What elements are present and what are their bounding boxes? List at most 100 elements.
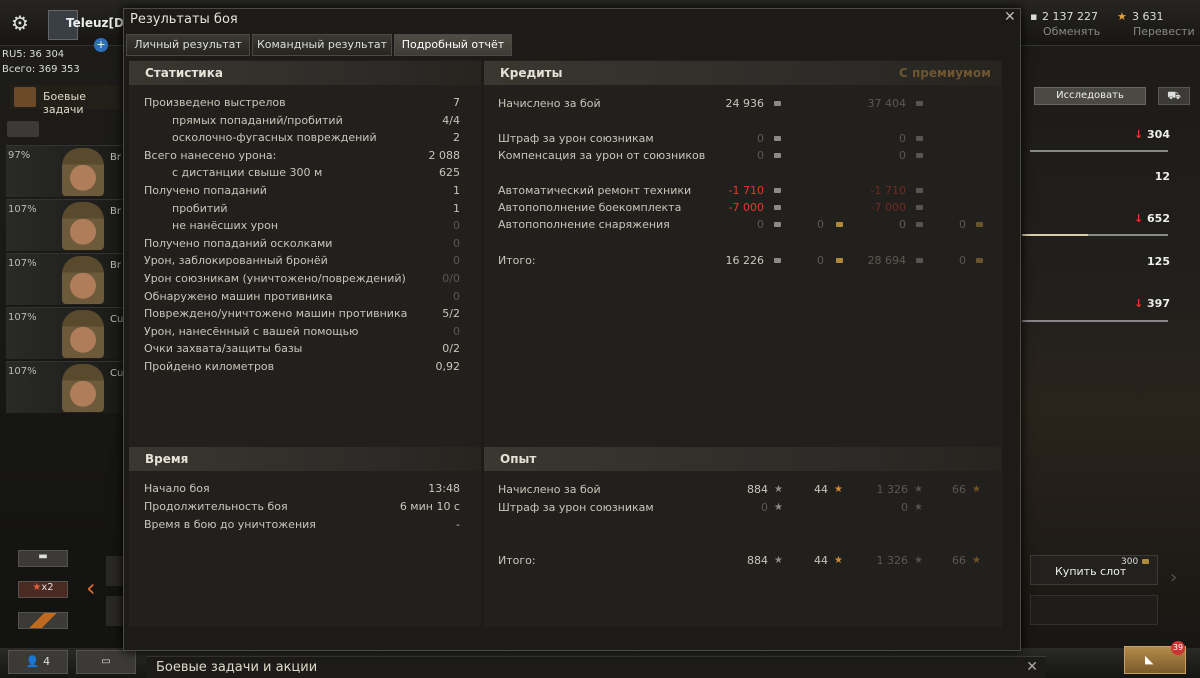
- chat-button[interactable]: ▭: [76, 650, 136, 674]
- crew-portrait: [62, 148, 104, 196]
- missions-bottom-panel: Боевые задачи и акции ✕: [146, 656, 1046, 678]
- credits-icon: [774, 258, 781, 263]
- experience-value: 884: [747, 483, 768, 496]
- credit-row: Автоматический ремонт техники -1 710 -1 71…: [498, 182, 988, 199]
- stat-value: 0: [453, 236, 460, 250]
- premium-experience-value: 0: [901, 501, 908, 514]
- free-xp-value: 0: [817, 218, 824, 231]
- stat-value: 1: [453, 201, 460, 215]
- total-online: Всего: 369 353: [2, 64, 80, 75]
- stat-row: осколочно-фугасных повреждений 2: [172, 129, 460, 146]
- tab-team-result[interactable]: Командный результат: [252, 34, 392, 56]
- notifications-button[interactable]: ◣ 39: [1124, 641, 1186, 674]
- tank-filter-button[interactable]: ▬: [18, 550, 68, 567]
- stat-bar: [1022, 320, 1168, 322]
- stat-value: 2: [453, 131, 460, 145]
- time-row: Время в бою до уничтожения -: [144, 516, 460, 533]
- credit-label: Компенсация за урон от союзников: [498, 149, 706, 162]
- credit-value: 0: [757, 149, 764, 162]
- tab-personal-result[interactable]: Личный результат: [126, 34, 250, 56]
- stat-label: не нанёсших урон: [172, 219, 279, 233]
- missions-bottom-title: Боевые задачи и акции: [156, 660, 318, 675]
- free-experience-value: 44: [814, 554, 828, 567]
- experience-row: Начислено за бой 884 ★ 44 ★ 1 326 ★ 66 ★: [498, 481, 988, 498]
- time-value: 13:48: [428, 482, 460, 495]
- stat-value: 4/4: [442, 113, 460, 127]
- friends-button[interactable]: 👤 4: [8, 650, 68, 674]
- carousel-tank[interactable]: [106, 596, 124, 626]
- free-xp-star-icon: ★: [972, 484, 981, 495]
- time-label: Продолжительность боя: [144, 500, 288, 513]
- stat-label: Получено попаданий осколками: [144, 236, 333, 250]
- server-online: RU5: 36 304: [2, 49, 65, 60]
- credit-value: 0: [757, 218, 764, 231]
- premium-column-label: С премиумом: [899, 66, 991, 80]
- crew-member[interactable]: 107% Cu: [6, 361, 124, 413]
- credits-icon: ▪: [1030, 10, 1038, 23]
- experience-label: Итого:: [498, 554, 536, 567]
- credits-icon: [774, 222, 781, 227]
- dialog-title: Результаты боя: [130, 12, 238, 27]
- credits-icon: [916, 153, 923, 158]
- stat-value: 625: [439, 166, 460, 180]
- stat-value: ↓ 397: [1133, 297, 1170, 310]
- credits-icon: [774, 101, 781, 106]
- xp-star-icon: ★: [774, 555, 783, 566]
- experience-value: 0: [761, 501, 768, 514]
- time-value: -: [456, 518, 460, 531]
- credits-icon: [774, 136, 781, 141]
- credit-value: -7 000: [728, 201, 764, 214]
- xp-star-icon: ★: [914, 502, 923, 513]
- xp-star-icon: ★: [774, 502, 783, 513]
- time-row: Начало боя 13:48: [144, 480, 460, 497]
- crew-member[interactable]: 107% Br: [6, 253, 124, 305]
- add-icon[interactable]: +: [94, 38, 108, 52]
- premium-free-experience-value: 66: [952, 554, 966, 567]
- crew-member[interactable]: 107% Cu: [6, 307, 124, 359]
- stat-bar: [1022, 234, 1088, 236]
- research-button[interactable]: Исследовать: [1034, 87, 1146, 105]
- stat-row: пробитий 1: [172, 200, 460, 217]
- tab-detailed-report[interactable]: Подробный отчёт: [394, 34, 512, 56]
- stat-value: 0/0: [442, 272, 460, 285]
- carousel-left-icon[interactable]: ‹: [86, 574, 96, 602]
- experience-row: Итого: 884 ★ 44 ★ 1 326 ★ 66 ★: [498, 552, 988, 569]
- crew-portrait: [62, 256, 104, 304]
- x2-filter-button[interactable]: ★x2: [18, 581, 68, 598]
- empty-slot[interactable]: [1030, 595, 1158, 625]
- gold-icon: [976, 222, 983, 227]
- premium-credit-value: 28 694: [867, 254, 907, 267]
- down-arrow-icon: ↓: [1133, 297, 1144, 310]
- xp-star-icon: ★: [914, 484, 923, 495]
- stat-label: Урон союзникам (уничтожено/повреждений): [144, 272, 406, 285]
- buy-slot-button[interactable]: Купить слот 300: [1030, 555, 1158, 585]
- free-xp-star-icon: ★: [834, 555, 843, 566]
- scroll-right-icon[interactable]: ›: [1170, 567, 1177, 588]
- stat-row: Урон союзникам (уничтожено/повреждений) 0…: [144, 270, 460, 287]
- transfer-link[interactable]: Перевести: [1133, 25, 1195, 38]
- close-icon[interactable]: ✕: [1026, 659, 1038, 675]
- exchange-link[interactable]: Обменять: [1043, 25, 1100, 38]
- crew-member[interactable]: 107% Br: [6, 199, 124, 251]
- credit-row: Автопополнение снаряжения 0 0 0 0: [498, 216, 988, 233]
- crew-member[interactable]: 97% Br: [6, 145, 124, 197]
- missions-button[interactable]: Боевые задачи: [10, 85, 125, 116]
- stat-row: Получено попаданий 1: [144, 182, 460, 199]
- stat-label: Урон, заблокированный бронёй: [144, 254, 328, 268]
- settings-gear-icon[interactable]: ⚙: [6, 9, 34, 37]
- carousel-tank[interactable]: [106, 556, 124, 586]
- free-experience-value: 44: [814, 483, 828, 496]
- stat-label: Очки захвата/защиты базы: [144, 342, 303, 356]
- friends-icon: 👤: [25, 655, 40, 668]
- credits-value: 2 137 227: [1042, 10, 1098, 23]
- tech-tree-icon[interactable]: ⛟: [1158, 87, 1190, 105]
- stat-label: Произведено выстрелов: [144, 96, 286, 109]
- close-icon[interactable]: ✕: [1004, 9, 1016, 25]
- crew-portrait: [62, 310, 104, 358]
- credit-label: Начислено за бой: [498, 97, 601, 110]
- crew-portrait: [62, 202, 104, 250]
- premium-filter-button[interactable]: [18, 612, 68, 629]
- stat-value: 5/2: [442, 307, 460, 321]
- notification-icon: ◣: [1145, 653, 1154, 666]
- crew-group-icon[interactable]: [7, 121, 39, 137]
